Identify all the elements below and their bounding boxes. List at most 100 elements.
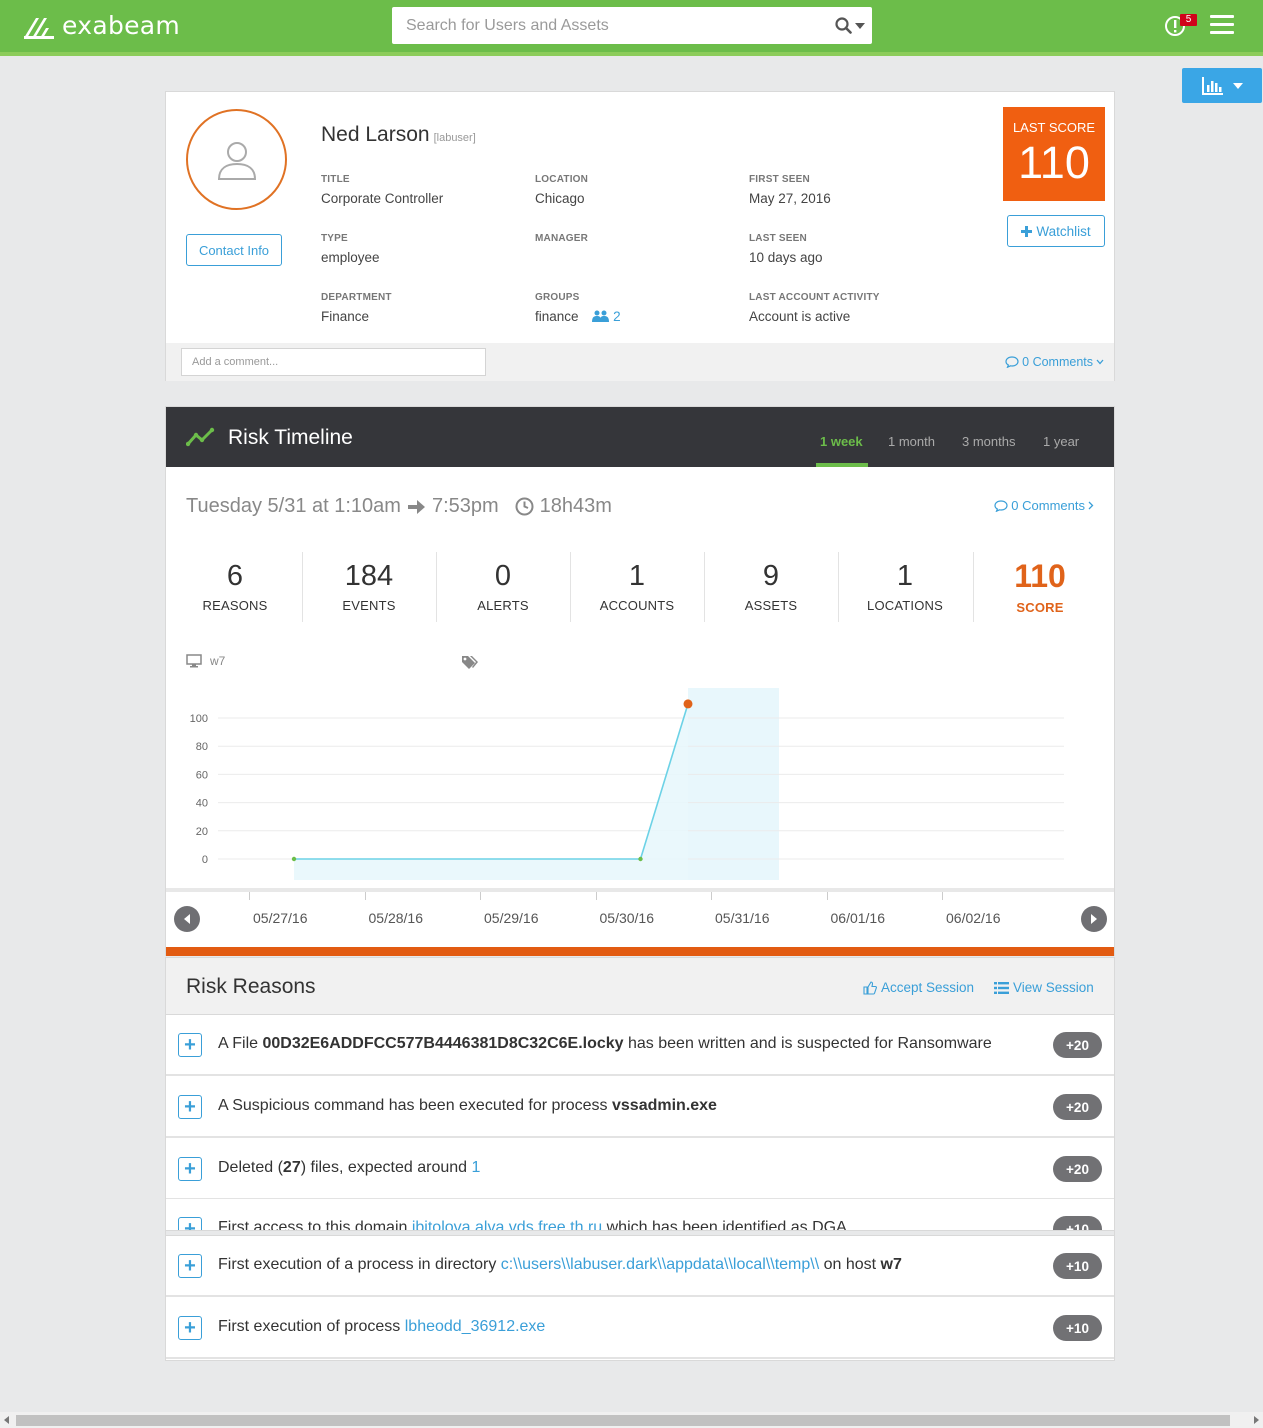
risk-reason-row[interactable]: + First execution of process lbheodd_369… [166,1298,1114,1359]
search-box [392,7,872,44]
search-input[interactable] [392,7,828,44]
x-tick-label[interactable]: 05/28/16 [369,910,424,926]
risk-reasons-title: Risk Reasons [186,975,316,998]
brand-name: exabeam [62,11,181,40]
y-tick-label: 100 [190,713,208,725]
caret-down-icon [1233,82,1243,89]
x-tick-label[interactable]: 05/27/16 [253,910,308,926]
field-location: LOCATION Chicago [535,174,588,206]
y-tick-label: 40 [196,798,208,810]
plus-icon [1021,225,1033,237]
expand-reason-button[interactable]: + [178,1157,202,1181]
risk-reason-score: +10 [1053,1253,1102,1279]
user-profile-card: Contact Info Ned Larson [labuser] TITLE C… [165,91,1115,381]
risk-timeline-card: Risk Timeline 1 week 1 month 3 months 1 … [165,406,1115,956]
stat-value: 6 [226,560,244,592]
x-tick-label[interactable]: 05/29/16 [484,910,539,926]
series-area [294,703,688,880]
field-value: employee [321,250,380,265]
process-link[interactable]: lbheodd_36912.exe [405,1318,546,1335]
profile-comments-toggle[interactable]: 0 Comments [1005,355,1104,369]
add-watchlist-button[interactable]: Watchlist [1007,215,1105,247]
session-end: 7:53pm [431,495,499,517]
scroll-right-icon[interactable] [1254,1416,1259,1424]
field-value: Account is active [749,309,851,324]
x-tick [711,892,712,900]
stat-accounts[interactable]: 1 ACCOUNTS [570,552,704,613]
x-tick-label[interactable]: 05/31/16 [715,910,770,926]
risk-reason-text: Deleted (27) files, expected around 1 [218,1159,481,1176]
field-title: TITLE Corporate Controller [321,174,443,206]
y-tick-label: 20 [196,826,208,838]
scroll-left-icon[interactable] [4,1416,9,1424]
stat-label: ALERTS [477,598,529,613]
stat-label: LOCATIONS [867,598,943,613]
accept-session-button[interactable]: Accept Session [863,980,974,995]
x-tick-label[interactable]: 05/30/16 [600,910,655,926]
clock-icon [515,497,534,516]
stat-locations[interactable]: 1 LOCATIONS [838,552,972,613]
risk-timeline-header: Risk Timeline 1 week 1 month 3 months 1 … [166,407,1114,467]
expand-reason-button[interactable]: + [178,1217,202,1230]
stat-assets[interactable]: 9 ASSETS [704,552,838,613]
tab-1-year[interactable]: 1 year [1043,434,1079,449]
x-tick-label[interactable]: 06/01/16 [831,910,886,926]
field-last-seen: LAST SEEN 10 days ago [749,233,823,265]
dashboard-menu-button[interactable] [1182,68,1262,103]
stat-value: 110 [1014,558,1066,594]
expected-count-link[interactable]: 1 [471,1159,480,1176]
risk-reason-score: +20 [1053,1032,1102,1058]
scrollbar-thumb[interactable] [16,1415,1230,1426]
stat-label: EVENTS [342,598,396,613]
data-point [291,856,297,862]
tab-1-month[interactable]: 1 month [888,434,935,449]
expand-reason-button[interactable]: + [178,1095,202,1119]
risk-reason-row[interactable]: + A File 00D32E6ADDFCC577B4446381D8C32C6… [166,1015,1114,1076]
expand-reason-button[interactable]: + [178,1316,202,1340]
field-label: FIRST SEEN [749,174,810,185]
risk-reason-row[interactable]: + First access to this domain ibitolova.… [166,1199,1114,1230]
comment-icon [994,499,1008,512]
user-name-heading: Ned Larson [labuser] [321,123,476,147]
timeline-prev-button[interactable] [174,906,200,932]
stat-reasons[interactable]: 6 REASONS [168,552,302,613]
tab-3-months[interactable]: 3 months [962,434,1015,449]
risk-reason-row[interactable]: + First execution of a process in direct… [166,1236,1114,1297]
timeline-next-button[interactable] [1081,906,1107,932]
risk-reason-score: +10 [1053,1315,1102,1341]
search-icon [835,17,852,34]
alert-count-badge: 5 [1180,14,1197,26]
field-label: LOCATION [535,174,589,185]
y-tick-label: 60 [196,769,208,781]
x-tick-label[interactable]: 06/02/16 [946,910,1001,926]
tab-1-week[interactable]: 1 week [820,434,863,449]
brand-logo[interactable]: exabeam [22,11,180,40]
session-start: Tuesday 5/31 at 1:10am [186,495,401,517]
risk-reason-row[interactable]: + Deleted (27) files, expected around 1 … [166,1139,1114,1200]
field-value: May 27, 2016 [749,191,831,206]
groups-count-link[interactable]: 2 [592,309,621,324]
contact-info-button[interactable]: Contact Info [186,234,282,266]
stat-value: 9 [762,560,780,592]
x-tick [249,892,250,900]
horizontal-scrollbar[interactable] [0,1412,1263,1428]
field-label: MANAGER [535,233,589,244]
field-label: DEPARTMENT [321,292,392,303]
risk-reason-text: A File 00D32E6ADDFCC577B4446381D8C32C6E.… [218,1035,992,1052]
directory-link[interactable]: c:\\users\\labuser.dark\\appdata\\local\… [501,1256,819,1273]
expand-reason-button[interactable]: + [178,1254,202,1278]
user-full-name: Ned Larson [321,123,430,146]
view-session-button[interactable]: View Session [994,980,1094,995]
accept-session-label: Accept Session [881,980,975,995]
hamburger-menu-icon[interactable] [1210,15,1234,35]
stat-alerts[interactable]: 0 ALERTS [436,552,570,613]
domain-link[interactable]: ibitolova.alva.vds.free.th.ru [412,1219,602,1230]
tags-icon[interactable] [461,655,479,669]
risk-reason-row[interactable]: + A Suspicious command has been executed… [166,1077,1114,1138]
stat-events[interactable]: 184 EVENTS [302,552,436,613]
session-comments-link[interactable]: 0 Comments [994,498,1094,513]
comment-input[interactable] [181,348,486,376]
search-button[interactable] [828,7,872,44]
exabeam-logo-icon [24,17,54,39]
expand-reason-button[interactable]: + [178,1033,202,1057]
